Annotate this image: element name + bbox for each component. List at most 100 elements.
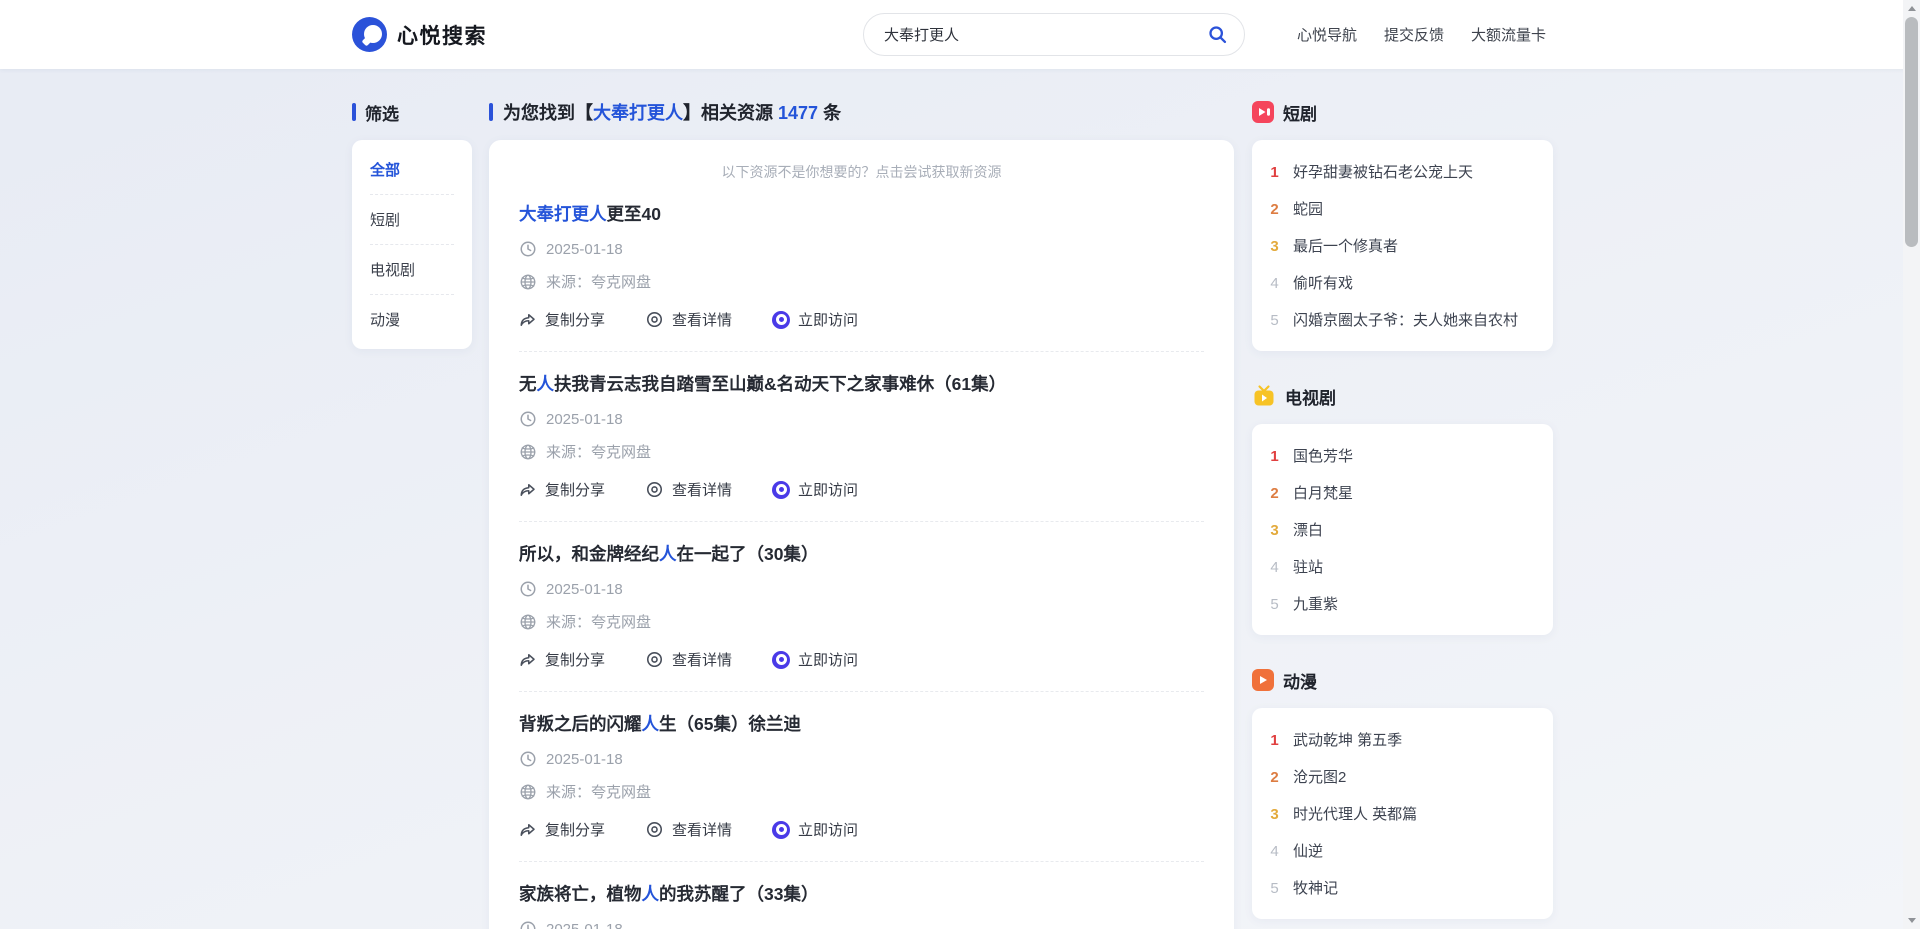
visit-now-label: 立即访问 bbox=[798, 309, 858, 330]
result-title[interactable]: 大奉打更人更至40 bbox=[519, 201, 1204, 227]
result-date-row: 2025-01-18 bbox=[519, 410, 1204, 428]
ranking-item-title: 仙逆 bbox=[1293, 840, 1323, 861]
clock-icon bbox=[519, 410, 537, 428]
copy-share-button[interactable]: 复制分享 bbox=[519, 649, 605, 670]
result-source: 来源：夸克网盘 bbox=[546, 781, 651, 802]
result-title-part: 大奉打更人 bbox=[519, 204, 607, 224]
scrollbar-thumb[interactable] bbox=[1905, 17, 1918, 247]
ranking-item-title: 最后一个修真者 bbox=[1293, 235, 1398, 256]
nav-link-fankui[interactable]: 提交反馈 bbox=[1384, 24, 1444, 45]
result-title-part: 人 bbox=[659, 544, 677, 564]
result-actions: 复制分享 查看详情 立即访问 bbox=[519, 649, 1204, 670]
view-detail-button[interactable]: 查看详情 bbox=[645, 819, 732, 840]
ranking-item-number: 2 bbox=[1269, 769, 1280, 786]
ranking-item[interactable]: 1武动乾坤 第五季 bbox=[1269, 721, 1536, 758]
ranking-item[interactable]: 2 沧元图2 bbox=[1269, 758, 1536, 795]
visit-target-icon bbox=[772, 481, 790, 499]
result-title-part: 所以，和金牌经纪 bbox=[519, 544, 659, 564]
ranking-section-title: 电视剧 bbox=[1252, 381, 1553, 411]
logo[interactable]: 心悦搜索 bbox=[352, 17, 487, 52]
ranking-item-number: 1 bbox=[1269, 448, 1280, 465]
copy-share-button[interactable]: 复制分享 bbox=[519, 819, 605, 840]
view-detail-label: 查看详情 bbox=[672, 309, 732, 330]
visit-now-button[interactable]: 立即访问 bbox=[772, 309, 858, 330]
ranking-item[interactable]: 4偷听有戏 bbox=[1269, 264, 1536, 301]
result-title[interactable]: 家族将亡，植物人的我苏醒了（33集） bbox=[519, 881, 1204, 907]
visit-now-button[interactable]: 立即访问 bbox=[772, 649, 858, 670]
nav-link-daohang[interactable]: 心悦导航 bbox=[1297, 24, 1357, 45]
visit-now-button[interactable]: 立即访问 bbox=[772, 479, 858, 500]
result-actions: 复制分享 查看详情 立即访问 bbox=[519, 309, 1204, 330]
result-date-row: 2025-01-18 bbox=[519, 750, 1204, 768]
ranking-item[interactable]: 4驻站 bbox=[1269, 548, 1536, 585]
scroll-up-icon bbox=[1908, 6, 1916, 11]
ranking-item[interactable]: 3最后一个修真者 bbox=[1269, 227, 1536, 264]
ranking-item[interactable]: 5牧神记 bbox=[1269, 869, 1536, 906]
nav-link-liuliangka[interactable]: 大额流量卡 bbox=[1471, 24, 1546, 45]
ranking-item-number: 5 bbox=[1269, 312, 1280, 329]
share-icon bbox=[519, 651, 537, 669]
view-detail-button[interactable]: 查看详情 bbox=[645, 649, 732, 670]
result-title[interactable]: 所以，和金牌经纪人在一起了（30集） bbox=[519, 541, 1204, 567]
view-detail-button[interactable]: 查看详情 bbox=[645, 479, 732, 500]
ranking-item[interactable]: 2蛇园 bbox=[1269, 190, 1536, 227]
result-source: 来源：夸克网盘 bbox=[546, 611, 651, 632]
ranking-item-number: 1 bbox=[1269, 164, 1280, 181]
results-heading-text: 为您找到【大奉打更人】相关资源 1477 条 bbox=[503, 99, 841, 125]
ranking-item-number: 4 bbox=[1269, 559, 1280, 576]
ranking-item[interactable]: 5闪婚京圈太子爷：夫人她来自农村 bbox=[1269, 301, 1536, 338]
search-button[interactable] bbox=[1204, 22, 1230, 48]
ranking-item[interactable]: 2白月梵星 bbox=[1269, 474, 1536, 511]
copy-share-button[interactable]: 复制分享 bbox=[519, 309, 605, 330]
clock-icon bbox=[519, 920, 537, 929]
ranking-section: 短剧 1好孕甜妻被钻石老公宠上天2蛇园3最后一个修真者4偷听有戏5闪婚京圈太子爷… bbox=[1252, 97, 1553, 351]
filter-item[interactable]: 动漫 bbox=[370, 295, 454, 344]
clock-icon bbox=[519, 580, 537, 598]
filter-item[interactable]: 全部 bbox=[370, 145, 454, 195]
ranking-item-number: 5 bbox=[1269, 596, 1280, 613]
globe-icon bbox=[519, 613, 537, 631]
result-title[interactable]: 背叛之后的闪耀人生（65集）徐兰迪 bbox=[519, 711, 1204, 737]
ranking-sidebar: 短剧 1好孕甜妻被钻石老公宠上天2蛇园3最后一个修真者4偷听有戏5闪婚京圈太子爷… bbox=[1252, 97, 1553, 929]
ranking-item-title: 沧元图2 bbox=[1293, 766, 1346, 787]
copy-share-button[interactable]: 复制分享 bbox=[519, 479, 605, 500]
result-item: 大奉打更人更至40 2025-01-18 来源：夸克网盘 复制分享 bbox=[519, 182, 1204, 352]
ranking-section: 电视剧 1国色芳华2白月梵星3漂白4驻站5九重紫 bbox=[1252, 381, 1553, 635]
ranking-item-number: 4 bbox=[1269, 275, 1280, 292]
search-icon bbox=[1207, 24, 1228, 45]
ranking-card: 1好孕甜妻被钻石老公宠上天2蛇园3最后一个修真者4偷听有戏5闪婚京圈太子爷：夫人… bbox=[1252, 140, 1553, 351]
result-actions: 复制分享 查看详情 立即访问 bbox=[519, 819, 1204, 840]
scrollbar-up-button[interactable] bbox=[1903, 0, 1920, 17]
scrollbar bbox=[1903, 0, 1920, 929]
ranking-item[interactable]: 4仙逆 bbox=[1269, 832, 1536, 869]
ranking-item[interactable]: 5九重紫 bbox=[1269, 585, 1536, 622]
header: 心悦搜索 心悦导航 提交反馈 大额流量卡 bbox=[0, 0, 1920, 69]
filter-item[interactable]: 短剧 bbox=[370, 195, 454, 245]
eye-icon bbox=[645, 820, 664, 839]
accent-bar bbox=[489, 103, 493, 121]
result-title[interactable]: 无人扶我青云志我自踏雪至山巅&名动天下之家事难休（61集） bbox=[519, 371, 1204, 397]
filter-title: 筛选 bbox=[352, 97, 472, 127]
accent-bar bbox=[352, 103, 356, 121]
results-card: 以下资源不是你想要的？点击尝试获取新资源 大奉打更人更至40 2025-01-1… bbox=[489, 140, 1234, 929]
ranking-item[interactable]: 1好孕甜妻被钻石老公宠上天 bbox=[1269, 153, 1536, 190]
ranking-section-label: 动漫 bbox=[1283, 668, 1317, 693]
clock-icon bbox=[519, 750, 537, 768]
share-icon bbox=[519, 311, 537, 329]
header-nav: 心悦导航 提交反馈 大额流量卡 bbox=[1297, 0, 1546, 69]
result-date: 2025-01-18 bbox=[546, 921, 623, 929]
copy-share-label: 复制分享 bbox=[545, 479, 605, 500]
ranking-item[interactable]: 3漂白 bbox=[1269, 511, 1536, 548]
result-source-row: 来源：夸克网盘 bbox=[519, 441, 1204, 462]
view-detail-button[interactable]: 查看详情 bbox=[645, 309, 732, 330]
ranking-item[interactable]: 3时光代理人 英都篇 bbox=[1269, 795, 1536, 832]
scrollbar-down-button[interactable] bbox=[1903, 912, 1920, 929]
visit-now-button[interactable]: 立即访问 bbox=[772, 819, 858, 840]
result-source-row: 来源：夸克网盘 bbox=[519, 611, 1204, 632]
filter-item[interactable]: 电视剧 bbox=[370, 245, 454, 295]
search-input[interactable] bbox=[884, 26, 1204, 43]
video-icon bbox=[1252, 101, 1274, 123]
visit-target-icon bbox=[772, 821, 790, 839]
refresh-hint-link[interactable]: 以下资源不是你想要的？点击尝试获取新资源 bbox=[519, 162, 1204, 182]
ranking-item[interactable]: 1国色芳华 bbox=[1269, 437, 1536, 474]
